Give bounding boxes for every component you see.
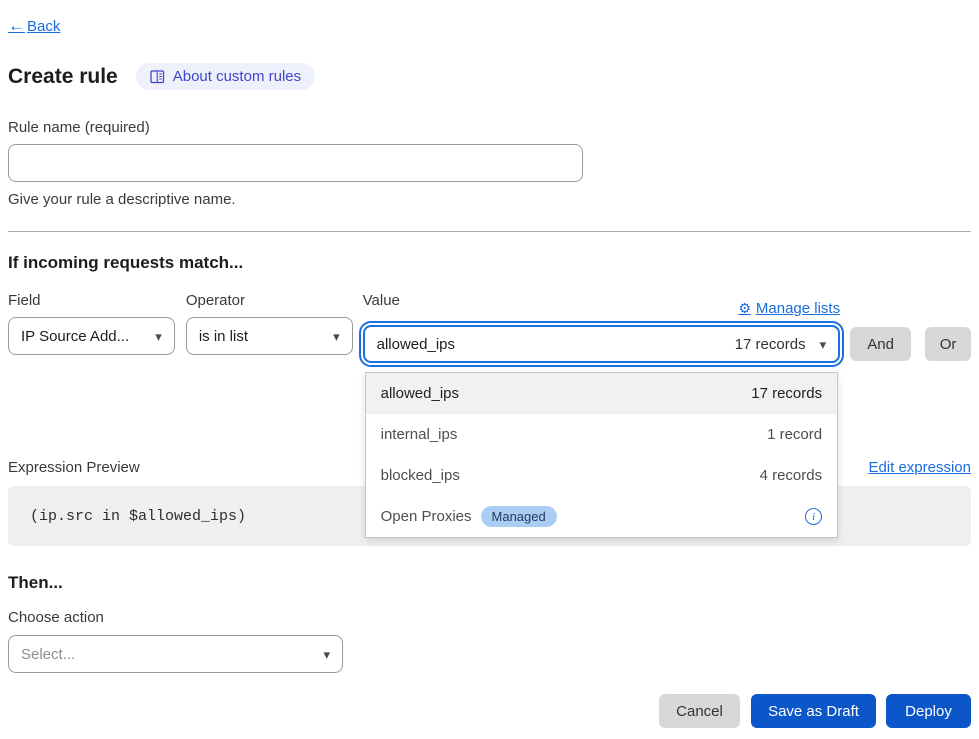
list-item-records: 1 record	[767, 426, 822, 443]
or-button[interactable]: Or	[925, 327, 971, 361]
info-icon[interactable]: i	[805, 508, 822, 525]
condition-row: Field IP Source Add... ▾ Operator is in …	[8, 292, 971, 363]
edit-expression-link[interactable]: Edit expression	[868, 459, 971, 476]
value-select[interactable]: allowed_ips 17 records ▾	[363, 325, 840, 363]
field-column: Field IP Source Add... ▾	[8, 292, 175, 355]
list-item-records: 4 records	[760, 467, 823, 484]
expression-code: (ip.src in $allowed_ips)	[30, 508, 246, 525]
manage-lists-label: Manage lists	[756, 300, 840, 317]
page-title: Create rule	[8, 65, 118, 89]
section-divider	[8, 231, 971, 232]
action-select[interactable]: Select... ▾	[8, 635, 343, 673]
value-select-value: allowed_ips	[377, 336, 727, 353]
list-item-records: 17 records	[751, 385, 822, 402]
operator-select[interactable]: is in list ▾	[186, 317, 353, 355]
rule-name-label: Rule name (required)	[8, 119, 971, 136]
then-section-heading: Then...	[8, 573, 971, 593]
list-item-allowed-ips[interactable]: allowed_ips 17 records	[366, 373, 837, 414]
chevron-down-icon: ▾	[333, 330, 340, 343]
field-select-value: IP Source Add...	[21, 328, 147, 345]
list-item-name: Open Proxies	[381, 508, 472, 525]
list-item-internal-ips[interactable]: internal_ips 1 record	[366, 414, 837, 455]
operator-select-value: is in list	[199, 328, 325, 345]
operator-column: Operator is in list ▾	[186, 292, 353, 355]
operator-label: Operator	[186, 292, 353, 309]
managed-badge: Managed	[481, 506, 557, 527]
about-custom-rules-link[interactable]: About custom rules	[136, 63, 315, 90]
chevron-down-icon: ▾	[155, 330, 162, 343]
back-link-label: Back	[27, 18, 60, 35]
title-row: Create rule About custom rules	[8, 63, 971, 90]
choose-action-label: Choose action	[8, 609, 971, 626]
back-link[interactable]: ←Back	[8, 16, 60, 36]
create-rule-page: ←Back Create rule About custom rules Rul…	[0, 0, 979, 728]
cancel-button[interactable]: Cancel	[659, 694, 740, 728]
value-column: Value ⚙ Manage lists allowed_ips 17 reco…	[363, 292, 840, 363]
save-as-draft-button[interactable]: Save as Draft	[751, 694, 876, 728]
action-select-placeholder: Select...	[21, 646, 315, 663]
list-item-name: internal_ips	[381, 426, 458, 443]
expression-preview-label: Expression Preview	[8, 459, 140, 476]
footer-actions: Cancel Save as Draft Deploy	[8, 694, 971, 728]
rule-name-help-text: Give your rule a descriptive name.	[8, 191, 971, 208]
value-label: Value	[363, 292, 400, 309]
about-custom-rules-label: About custom rules	[173, 68, 301, 85]
and-button[interactable]: And	[850, 327, 911, 361]
gear-icon: ⚙	[738, 300, 751, 317]
book-icon	[150, 70, 165, 84]
list-item-name: allowed_ips	[381, 385, 459, 402]
list-item-left: Open Proxies Managed	[381, 506, 557, 527]
list-item-blocked-ips[interactable]: blocked_ips 4 records	[366, 455, 837, 496]
value-select-wrap: allowed_ips 17 records ▾ allowed_ips 17 …	[363, 325, 840, 363]
deploy-button[interactable]: Deploy	[886, 694, 971, 728]
match-section-heading: If incoming requests match...	[8, 253, 971, 273]
list-dropdown: allowed_ips 17 records internal_ips 1 re…	[365, 372, 838, 538]
list-item-name: blocked_ips	[381, 467, 460, 484]
field-label: Field	[8, 292, 175, 309]
back-arrow-icon: ←	[8, 16, 25, 36]
chevron-down-icon: ▾	[323, 648, 330, 661]
list-item-open-proxies[interactable]: Open Proxies Managed i	[366, 496, 837, 537]
value-header: Value ⚙ Manage lists	[363, 292, 840, 317]
field-select[interactable]: IP Source Add... ▾	[8, 317, 175, 355]
chevron-down-icon: ▾	[820, 338, 827, 351]
manage-lists-link[interactable]: ⚙ Manage lists	[738, 300, 840, 317]
rule-name-input[interactable]	[8, 144, 583, 182]
value-select-records: 17 records	[735, 336, 806, 353]
